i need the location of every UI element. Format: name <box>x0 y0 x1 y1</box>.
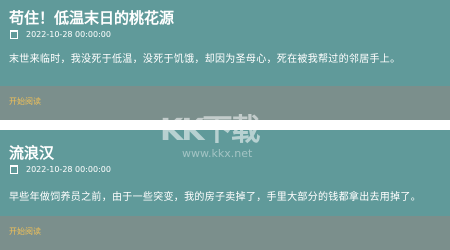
article-date-text: 2022-10-28 00:00:00 <box>26 30 111 39</box>
article-title[interactable]: 流浪汉 <box>9 142 54 163</box>
start-reading-link[interactable]: 开始阅读 <box>9 226 41 237</box>
article-excerpt: 早些年做饲养员之前，由于一些突变，我的房子卖掉了，手里大部分的钱都拿出去用掉了。 <box>9 192 421 203</box>
calendar-icon <box>10 165 18 174</box>
start-reading-link[interactable]: 开始阅读 <box>9 96 41 107</box>
article-title[interactable]: 苟住！低温末日的桃花源 <box>9 7 174 28</box>
article-date: 2022-10-28 00:00:00 <box>10 165 111 174</box>
article-date: 2022-10-28 00:00:00 <box>10 30 111 39</box>
card-separator <box>0 120 450 130</box>
article-card: 流浪汉 2022-10-28 00:00:00 早些年做饲养员之前，由于一些突变… <box>0 130 450 216</box>
article-excerpt: 末世来临时，我没死于低温，没死于饥饿，却因为圣母心，死在被我帮过的邻居手上。 <box>9 54 401 65</box>
article-footer: 开始阅读 <box>0 86 450 120</box>
calendar-icon <box>10 30 18 39</box>
article-date-text: 2022-10-28 00:00:00 <box>26 165 111 174</box>
article-footer: 开始阅读 <box>0 216 450 250</box>
article-card: 苟住！低温末日的桃花源 2022-10-28 00:00:00 末世来临时，我没… <box>0 0 450 86</box>
